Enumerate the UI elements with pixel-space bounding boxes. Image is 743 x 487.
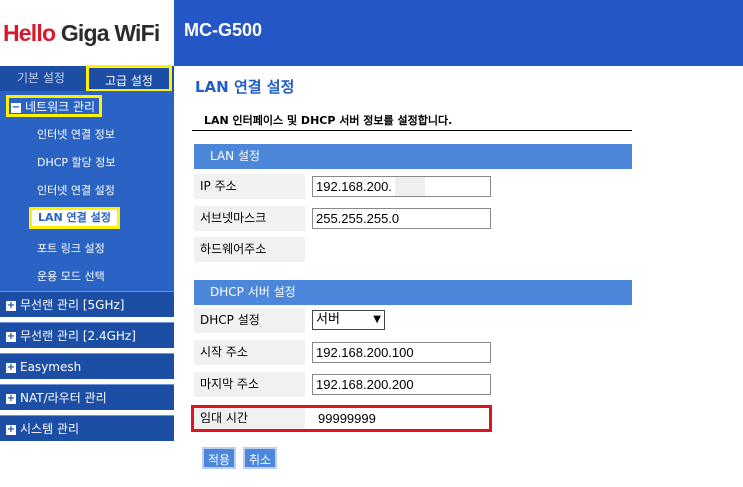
tab-advanced-settings[interactable]: 고급 설정: [86, 65, 172, 92]
sidebar-tabs: 기본 설정 고급 설정: [0, 65, 174, 92]
logo-hello: Hello: [3, 20, 56, 46]
subnet-mask-input[interactable]: 255.255.255.0: [312, 208, 491, 229]
sidebar: 기본 설정 고급 설정 − 네트워크 관리 인터넷 연결 정보 DHCP 할당 정…: [0, 65, 174, 487]
ip-address-label: IP 주소: [194, 174, 305, 199]
plus-box-icon: +: [6, 392, 16, 404]
menu-group-easymesh[interactable]: + Easymesh: [0, 353, 174, 379]
lan-section-header: LAN 설정: [194, 144, 632, 169]
end-address-input[interactable]: 192.168.200.200: [312, 374, 491, 395]
page-description: LAN 인터페이스 및 DHCP 서버 정보를 설정합니다.: [204, 114, 453, 127]
menu-item-internet-settings[interactable]: 인터넷 연결 설정: [37, 181, 115, 201]
plus-box-icon: +: [6, 299, 16, 311]
menu-group-label: 시스템 관리: [20, 422, 80, 436]
menu-group-label: 무선랜 관리 [5GHz]: [20, 298, 125, 312]
menu-group-system[interactable]: + 시스템 관리: [0, 415, 174, 441]
dhcp-section-header: DHCP 서버 설정: [194, 280, 632, 305]
redacted-octet: [395, 177, 425, 196]
menu-group-nat-router[interactable]: + NAT/라우터 관리: [0, 384, 174, 410]
dhcp-mode-select[interactable]: 서버 ▼: [312, 310, 385, 330]
menu-group-label: NAT/라우터 관리: [20, 391, 107, 405]
menu-item-operation-mode[interactable]: 운용 모드 선택: [37, 267, 105, 287]
apply-button[interactable]: 적용: [202, 447, 237, 469]
dhcp-mode-label: DHCP 설정: [194, 308, 305, 333]
plus-box-icon: +: [6, 361, 16, 373]
plus-box-icon: +: [6, 330, 16, 342]
start-address-label: 시작 주소: [194, 340, 305, 365]
start-address-input[interactable]: 192.168.200.100: [312, 342, 491, 363]
logo: Hello Giga WiFi: [3, 20, 160, 47]
menu-group-label: 무선랜 관리 [2.4GHz]: [20, 329, 136, 343]
minus-box-icon: −: [11, 101, 21, 113]
menu-item-internet-info[interactable]: 인터넷 연결 정보: [37, 125, 115, 145]
plus-box-icon: +: [6, 423, 16, 435]
top-bar: Hello Giga WiFi MC-G500: [0, 0, 743, 66]
hardware-address-label: 하드웨어주소: [194, 237, 305, 262]
menu-item-dhcp-info[interactable]: DHCP 할당 정보: [37, 153, 116, 173]
lease-time-highlight: [191, 405, 492, 432]
logo-area: Hello Giga WiFi: [0, 0, 174, 66]
tab-basic-settings[interactable]: 기본 설정: [0, 66, 82, 91]
menu-group-wireless-5ghz[interactable]: + 무선랜 관리 [5GHz]: [0, 291, 174, 317]
menu-network-management[interactable]: − 네트워크 관리: [6, 95, 103, 117]
cancel-button[interactable]: 취소: [243, 447, 278, 469]
menu-network-management-label: 네트워크 관리: [25, 100, 96, 114]
logo-giga-wifi: Giga WiFi: [55, 20, 160, 46]
menu-item-port-link[interactable]: 포트 링크 설정: [37, 239, 105, 259]
main-content: LAN 연결 설정 LAN 인터페이스 및 DHCP 서버 정보를 설정합니다.…: [174, 66, 743, 487]
page-title: LAN 연결 설정: [195, 78, 295, 96]
menu-group-label: Easymesh: [20, 360, 82, 374]
menu-item-lan-settings[interactable]: LAN 연결 설정: [29, 207, 120, 229]
network-menu: − 네트워크 관리 인터넷 연결 정보 DHCP 할당 정보 인터넷 연결 설정 …: [0, 91, 174, 312]
menu-group-wireless-24ghz[interactable]: + 무선랜 관리 [2.4GHz]: [0, 322, 174, 348]
model-name: MC-G500: [184, 20, 263, 40]
dhcp-mode-value: 서버: [316, 312, 340, 327]
chevron-down-icon: ▼: [373, 314, 381, 325]
divider: [192, 130, 632, 131]
subnet-mask-label: 서브넷마스크: [194, 206, 305, 231]
end-address-label: 마지막 주소: [194, 372, 305, 397]
model-bar: MC-G500: [174, 0, 743, 66]
